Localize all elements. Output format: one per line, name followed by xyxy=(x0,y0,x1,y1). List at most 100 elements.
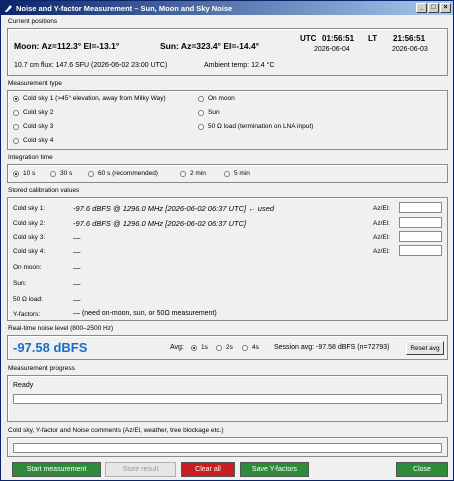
radio-label: Cold sky 3 xyxy=(23,123,54,130)
radio-dot[interactable] xyxy=(13,170,19,177)
cal-label-cold-sky-4: Cold sky 4: xyxy=(13,248,46,255)
radio-integration-10s[interactable]: 10 s xyxy=(13,170,35,177)
lt-time: 21:56:51 xyxy=(393,34,426,43)
azel-label-3: Az/El: xyxy=(373,234,390,241)
radio-50-ohm-load[interactable]: 50 Ω load (termination on LNA input) xyxy=(198,123,313,130)
radio-label: 2s xyxy=(226,344,233,351)
moon-position: Moon: Az=112.3° El=-13.1° xyxy=(14,41,120,51)
title-bar[interactable]: Noise and Y-factor Measurement – Sun, Mo… xyxy=(1,1,453,15)
noise-panel: -97.58 dBFS Avg: 1s 2s 4s Session avg: -… xyxy=(7,335,448,360)
store-result-button[interactable]: Store result xyxy=(105,462,176,477)
azel-input-cold-sky-1[interactable] xyxy=(399,202,442,213)
calibration-section-label: Stored calibration values xyxy=(8,187,80,194)
sun-position: Sun: Az=323.4° El=-14.4° xyxy=(160,41,260,51)
cal-label-y-factors: Y-factors: xyxy=(13,311,41,318)
avg-label: Avg: xyxy=(170,344,184,351)
cal-value-cold-sky-4: — xyxy=(73,247,81,256)
radio-dot[interactable] xyxy=(191,344,197,351)
radio-label: Sun xyxy=(208,109,220,116)
radio-dot[interactable] xyxy=(13,137,19,144)
radio-label: 4s xyxy=(252,344,259,351)
cal-value-y-factors: — (need on-moon, sun, or 50Ω measurement… xyxy=(73,310,217,317)
radio-avg-1s[interactable]: 1s xyxy=(191,344,208,351)
session-avg: Session avg: -97.58 dBFS (n=72793) xyxy=(274,344,390,351)
radio-label: Cold sky 4 xyxy=(23,137,54,144)
positions-section-label: Current positions xyxy=(8,18,58,25)
radio-integration-5min[interactable]: 5 min xyxy=(224,170,250,177)
radio-dot[interactable] xyxy=(180,170,186,177)
cal-label-sun: Sun: xyxy=(13,280,27,287)
minimize-button[interactable]: _ xyxy=(416,3,427,13)
noise-section-label: Real-time noise level (800–2500 Hz) xyxy=(8,325,114,332)
radio-label: 1s xyxy=(201,344,208,351)
radio-avg-2s[interactable]: 2s xyxy=(216,344,233,351)
maximize-button[interactable]: □ xyxy=(428,3,439,13)
radio-dot[interactable] xyxy=(13,123,19,130)
radio-dot[interactable] xyxy=(13,109,19,116)
radio-cold-sky-3[interactable]: Cold sky 3 xyxy=(13,123,53,130)
azel-input-cold-sky-2[interactable] xyxy=(399,217,442,228)
cal-value-cold-sky-2: -97.6 dBFS @ 1296.0 MHz [2026-06-02 06:3… xyxy=(73,219,247,228)
save-y-factors-button[interactable]: Save Y-factors xyxy=(240,462,309,477)
radio-sun[interactable]: Sun xyxy=(198,109,220,116)
close-window-button[interactable]: × xyxy=(440,3,451,13)
noise-level-value: -97.58 dBFS xyxy=(13,340,88,355)
azel-label-4: Az/El: xyxy=(373,248,390,255)
cal-label-cold-sky-2: Cold sky 2: xyxy=(13,220,46,227)
progress-section-label: Measurement progress xyxy=(8,365,75,372)
comments-section-label: Cold sky, Y-factor and Noise comments (A… xyxy=(8,427,224,434)
azel-input-cold-sky-4[interactable] xyxy=(399,245,442,256)
cal-value-cold-sky-1: -97.6 dBFS @ 1296.0 MHz [2026-06-02 06:3… xyxy=(73,204,275,213)
ambient-temp: Ambient temp: 12.4 °C xyxy=(204,62,275,69)
start-measurement-button[interactable]: Start measurement xyxy=(12,462,101,477)
solar-flux: 10.7 cm flux: 147.6 SFU (2026-06-02 23:0… xyxy=(14,62,168,69)
comments-input[interactable] xyxy=(13,443,442,453)
radio-label: Cold sky 2 xyxy=(23,109,54,116)
utc-date: 2026-06-04 xyxy=(314,46,350,53)
radio-dot[interactable] xyxy=(198,123,204,130)
calibration-panel: Cold sky 1: -97.6 dBFS @ 1296.0 MHz [202… xyxy=(7,197,448,321)
integration-section-label: Integration time xyxy=(8,154,53,161)
radio-label: On moon xyxy=(208,95,235,102)
cal-value-sun: — xyxy=(73,279,81,288)
reset-avg-button[interactable]: Reset avg xyxy=(406,341,444,355)
radio-label: 10 s xyxy=(23,170,36,177)
lt-date: 2026-06-03 xyxy=(392,46,428,53)
radio-cold-sky-4[interactable]: Cold sky 4 xyxy=(13,137,53,144)
azel-input-cold-sky-3[interactable] xyxy=(399,231,442,242)
noise-yfactor-window: Noise and Y-factor Measurement – Sun, Mo… xyxy=(0,0,454,481)
radio-integration-30s[interactable]: 30 s xyxy=(50,170,72,177)
radio-dot[interactable] xyxy=(198,109,204,116)
progress-panel: Ready xyxy=(7,375,448,422)
radio-label: 50 Ω load (termination on LNA input) xyxy=(208,123,314,130)
radio-label: 5 min xyxy=(234,170,250,177)
window-title: Noise and Y-factor Measurement – Sun, Mo… xyxy=(16,3,233,13)
close-button[interactable]: Close xyxy=(396,462,448,477)
utc-time: 01:56:51 xyxy=(322,34,355,43)
radio-dot[interactable] xyxy=(198,95,204,102)
cal-value-on-moon: — xyxy=(73,263,81,272)
radio-on-moon[interactable]: On moon xyxy=(198,95,235,102)
lt-label: LT xyxy=(368,34,378,43)
radio-dot[interactable] xyxy=(216,344,222,351)
progress-bar xyxy=(13,394,442,404)
cal-label-on-moon: On moon: xyxy=(13,264,42,271)
cal-value-50-ohm: — xyxy=(73,295,81,304)
radio-label: Cold sky 1 (>45° elevation, away from Mi… xyxy=(23,95,166,102)
azel-label-2: Az/El: xyxy=(373,220,390,227)
radio-integration-60s[interactable]: 60 s (recommended) xyxy=(88,170,158,177)
clear-all-button[interactable]: Clear all xyxy=(181,462,235,477)
radio-dot[interactable] xyxy=(88,170,94,177)
radio-avg-4s[interactable]: 4s xyxy=(242,344,259,351)
measurement-type-section-label: Measurement type xyxy=(8,80,62,87)
radio-dot[interactable] xyxy=(13,95,19,102)
cal-label-cold-sky-3: Cold sky 3: xyxy=(13,234,46,241)
progress-status: Ready xyxy=(13,382,34,389)
measurement-type-panel: Cold sky 1 (>45° elevation, away from Mi… xyxy=(7,90,448,150)
radio-dot[interactable] xyxy=(242,344,248,351)
radio-dot[interactable] xyxy=(50,170,56,177)
radio-integration-2min[interactable]: 2 min xyxy=(180,170,206,177)
radio-cold-sky-2[interactable]: Cold sky 2 xyxy=(13,109,53,116)
radio-cold-sky-1[interactable]: Cold sky 1 (>45° elevation, away from Mi… xyxy=(13,95,166,102)
radio-dot[interactable] xyxy=(224,170,230,177)
